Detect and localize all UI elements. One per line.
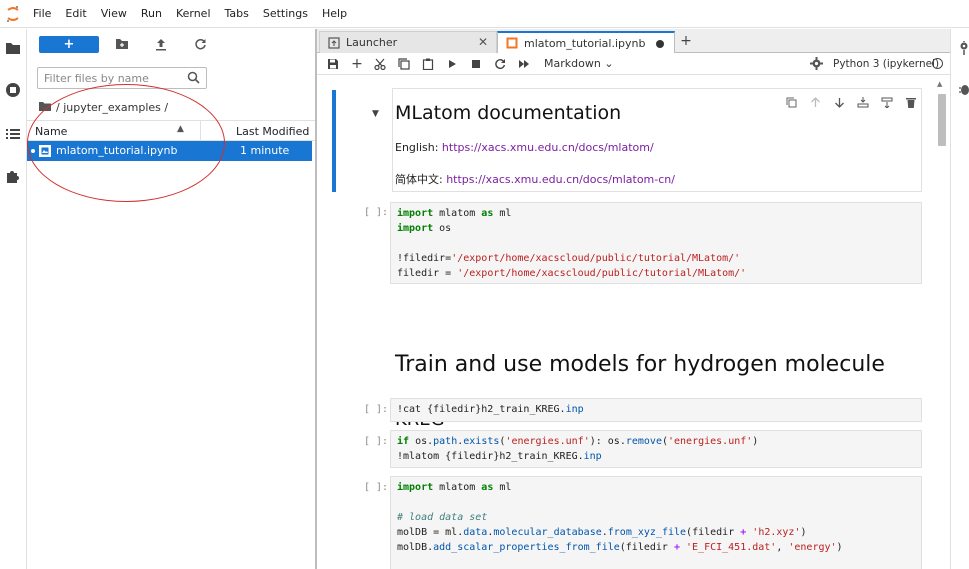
vertical-scrollbar[interactable]: ▲: [937, 80, 947, 568]
menu-tabs[interactable]: Tabs: [218, 0, 256, 28]
section-heading: Train and use models for hydrogen molecu…: [395, 352, 885, 377]
scroll-up-icon[interactable]: ▲: [937, 80, 942, 88]
move-down-icon[interactable]: [827, 94, 851, 110]
file-browser-toolbar: +: [27, 29, 315, 61]
copy-icon[interactable]: [397, 57, 411, 71]
insert-above-icon[interactable]: [851, 94, 875, 110]
unsaved-indicator-icon[interactable]: [656, 40, 664, 48]
table-of-contents-icon[interactable]: [4, 125, 22, 143]
notebook-file-icon: [39, 145, 51, 157]
tab-bar: Launcher ✕ mlatom_tutorial.ipynb +: [317, 29, 950, 53]
file-modified: 1 minute ago: [240, 144, 290, 170]
chevron-down-icon: ⌄: [604, 57, 614, 70]
cell-type-value: Markdown: [544, 57, 601, 70]
file-name: mlatom_tutorial.ipynb: [56, 144, 178, 157]
stop-icon[interactable]: [469, 57, 483, 71]
running-indicator-icon: [31, 149, 35, 153]
run-icon[interactable]: [445, 57, 459, 71]
cell-prompt: [ ]:: [364, 482, 389, 493]
property-inspector-icon[interactable]: [959, 41, 969, 58]
english-label: English:: [395, 141, 442, 154]
jupyter-logo-icon: [0, 0, 26, 28]
extension-puzzle-icon[interactable]: [4, 167, 22, 185]
insert-below-icon[interactable]: [875, 94, 899, 110]
file-filter-input[interactable]: [44, 70, 184, 86]
add-tab-button[interactable]: +: [677, 32, 695, 50]
paste-icon[interactable]: [421, 57, 435, 71]
move-up-icon[interactable]: [803, 94, 827, 110]
main-area: Launcher ✕ mlatom_tutorial.ipynb + + Mar…: [317, 29, 950, 569]
kernel-status-icon: [932, 58, 943, 69]
column-name[interactable]: Name: [35, 125, 67, 138]
tab-notebook-label: mlatom_tutorial.ipynb: [524, 36, 646, 50]
tab-notebook[interactable]: mlatom_tutorial.ipynb: [497, 31, 675, 53]
code-cell[interactable]: if os.path.exists('energies.unf'): os.re…: [390, 430, 922, 468]
activity-bar: [0, 29, 27, 569]
new-launcher-button[interactable]: +: [39, 36, 99, 53]
fast-forward-icon[interactable]: [517, 57, 531, 71]
restart-icon[interactable]: [493, 57, 507, 71]
save-icon[interactable]: [326, 57, 340, 71]
chinese-label: 简体中文:: [395, 173, 447, 186]
running-sessions-icon[interactable]: [4, 81, 22, 99]
file-list-item[interactable]: mlatom_tutorial.ipynb 1 minute ago: [27, 141, 312, 170]
menu-run[interactable]: Run: [134, 0, 169, 28]
kernel-name[interactable]: Python 3 (ipykernel): [833, 58, 939, 70]
settings-gear-icon[interactable]: [810, 57, 824, 71]
english-doc-line: English: https://xacs.xmu.edu.cn/docs/ml…: [395, 141, 654, 154]
refresh-icon[interactable]: [193, 37, 207, 51]
active-cell-indicator: [332, 90, 336, 192]
code-cell[interactable]: import mlatom as ml # load data set molD…: [390, 476, 922, 569]
file-list-header: Name ▲ Last Modified: [27, 120, 315, 141]
code-cell[interactable]: import mlatom as ml import os !filedir='…: [390, 202, 922, 284]
column-divider[interactable]: [200, 121, 201, 141]
cell-prompt: [ ]:: [364, 404, 389, 415]
cell-prompt: [ ]:: [364, 436, 389, 447]
search-icon[interactable]: [187, 71, 201, 85]
chinese-doc-link[interactable]: https://xacs.xmu.edu.cn/docs/mlatom-cn/: [446, 173, 675, 186]
menu-help[interactable]: Help: [315, 0, 354, 28]
notebook-toolbar: + Markdown ⌄ Python 3 (ipykernel): [317, 53, 950, 75]
file-filter-field[interactable]: [37, 67, 207, 89]
folder-icon[interactable]: [4, 39, 22, 57]
insert-cell-icon[interactable]: +: [350, 56, 364, 72]
menu-kernel[interactable]: Kernel: [169, 0, 218, 28]
menu-file[interactable]: File: [26, 0, 58, 28]
sort-ascending-icon[interactable]: ▲: [177, 124, 184, 134]
cell-type-select[interactable]: Markdown ⌄: [544, 57, 614, 70]
upload-icon[interactable]: [154, 37, 168, 51]
menu-bar: File Edit View Run Kernel Tabs Settings …: [0, 0, 969, 28]
file-browser: + / jupyter_examples / Name ▲ Last Modif…: [27, 29, 315, 569]
scroll-thumb[interactable]: [938, 94, 946, 146]
notebook-icon: [506, 37, 518, 49]
breadcrumb-path[interactable]: / jupyter_examples /: [56, 101, 168, 114]
breadcrumb: / jupyter_examples /: [39, 99, 168, 115]
code-cell[interactable]: !cat {filedir}h2_train_KREG.inp: [390, 398, 922, 422]
menu-settings[interactable]: Settings: [256, 0, 315, 28]
column-last-modified[interactable]: Last Modified: [236, 125, 309, 138]
chinese-doc-line: 简体中文: https://xacs.xmu.edu.cn/docs/mlato…: [395, 171, 675, 187]
delete-icon[interactable]: [899, 94, 923, 110]
collapse-heading-icon[interactable]: ▼: [372, 109, 379, 119]
launcher-icon: [328, 36, 340, 49]
menu-edit[interactable]: Edit: [58, 0, 93, 28]
duplicate-icon[interactable]: [779, 94, 803, 110]
notebook-panel: ▼ MLatom documentation English: https://…: [317, 76, 950, 569]
folder-icon[interactable]: [39, 101, 51, 114]
tab-launcher[interactable]: Launcher ✕: [319, 31, 497, 53]
debugger-icon[interactable]: [959, 83, 969, 100]
tab-launcher-label: Launcher: [346, 36, 398, 49]
cell-toolbar: [779, 94, 923, 110]
cut-icon[interactable]: [373, 57, 387, 71]
new-folder-icon[interactable]: [115, 37, 129, 51]
menu-view[interactable]: View: [94, 0, 134, 28]
close-icon[interactable]: ✕: [478, 35, 488, 49]
cell-prompt: [ ]:: [364, 207, 389, 218]
markdown-title: MLatom documentation: [395, 102, 622, 124]
right-sidebar: [950, 29, 969, 569]
english-doc-link[interactable]: https://xacs.xmu.edu.cn/docs/mlatom/: [442, 141, 654, 154]
